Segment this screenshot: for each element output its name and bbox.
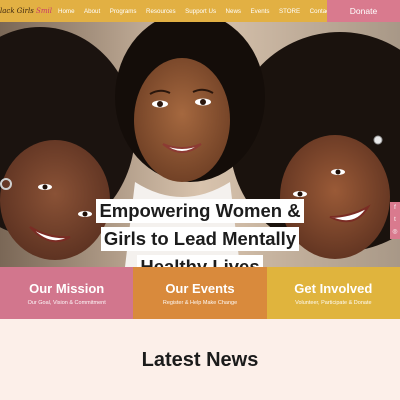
nav-about[interactable]: About [84, 8, 100, 15]
our-events-tile[interactable]: Our Events Register & Help Make Change [133, 267, 267, 319]
hero-headline: Empowering Women & Girls to Lead Mentall… [0, 199, 400, 267]
nav-resources[interactable]: Resources [146, 8, 176, 15]
nav-support-us[interactable]: Support Us [185, 8, 216, 15]
headline-line: Empowering Women & [96, 199, 304, 223]
site-header: lack Girls Smile Home About Programs Res… [0, 0, 400, 22]
donate-button[interactable]: Donate [327, 0, 400, 22]
section-title: Latest News [141, 349, 259, 371]
tile-title: Our Events [165, 280, 235, 296]
social-bar: f t ◎ [390, 202, 400, 239]
headline-line: Girls to Lead Mentally [100, 227, 300, 251]
logo-text: lack Girls [0, 7, 34, 15]
nav-events[interactable]: Events [251, 8, 270, 15]
main-nav: Home About Programs Resources Support Us… [58, 8, 331, 15]
nav-news[interactable]: News [226, 8, 241, 15]
logo-accent: Smile [36, 7, 52, 15]
get-involved-tile[interactable]: Get Involved Volunteer, Participate & Do… [266, 267, 400, 319]
tile-title: Get Involved [294, 280, 373, 296]
our-mission-tile[interactable]: Our Mission Our Goal, Vision & Commitmen… [0, 267, 134, 319]
nav-programs[interactable]: Programs [110, 8, 137, 15]
hero-banner: Empowering Women & Girls to Lead Mentall… [0, 22, 400, 267]
feature-tiles: Our Mission Our Goal, Vision & Commitmen… [0, 267, 400, 319]
latest-news-section: Latest News [0, 319, 400, 400]
site-logo[interactable]: lack Girls Smile [0, 7, 52, 15]
tile-subtitle: Register & Help Make Change [162, 299, 238, 306]
facebook-icon[interactable]: f [394, 205, 396, 212]
tile-subtitle: Our Goal, Vision & Commitment [27, 299, 106, 306]
nav-home[interactable]: Home [58, 8, 75, 15]
instagram-icon[interactable]: ◎ [392, 229, 397, 236]
tile-subtitle: Volunteer, Participate & Donate [295, 299, 372, 306]
tile-title: Our Mission [29, 280, 105, 296]
nav-store[interactable]: STORE [279, 8, 300, 15]
headline-line: Healthy Lives [137, 255, 263, 267]
twitter-icon[interactable]: t [394, 217, 396, 224]
